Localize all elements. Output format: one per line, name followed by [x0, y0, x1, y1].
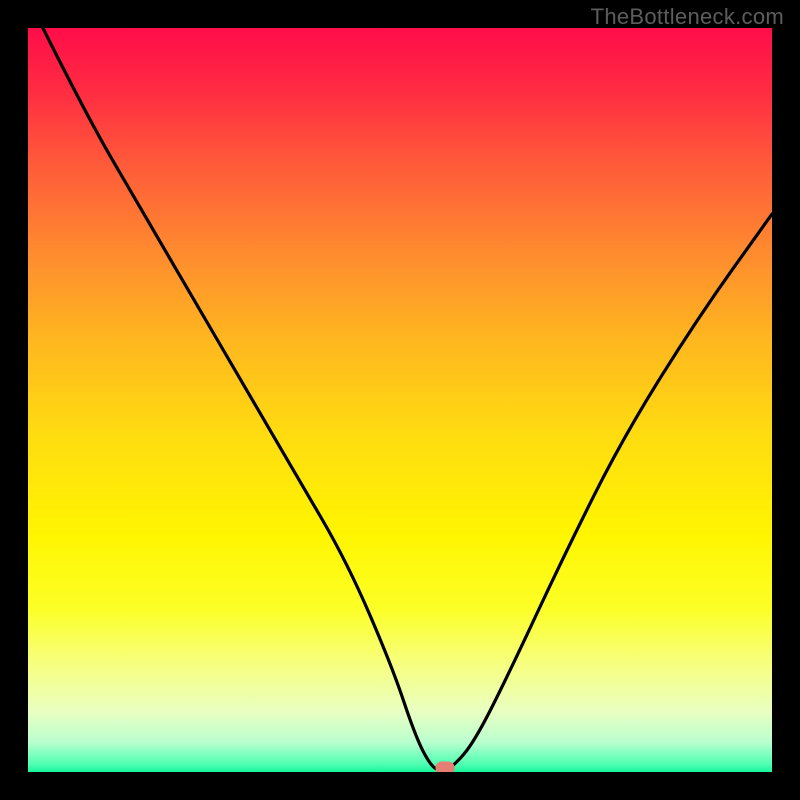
plot-area — [28, 28, 772, 772]
min-marker — [435, 762, 454, 772]
bottleneck-curve — [43, 28, 772, 771]
chart-frame: TheBottleneck.com — [0, 0, 800, 800]
watermark-text: TheBottleneck.com — [591, 4, 784, 30]
curve-svg — [28, 28, 772, 772]
